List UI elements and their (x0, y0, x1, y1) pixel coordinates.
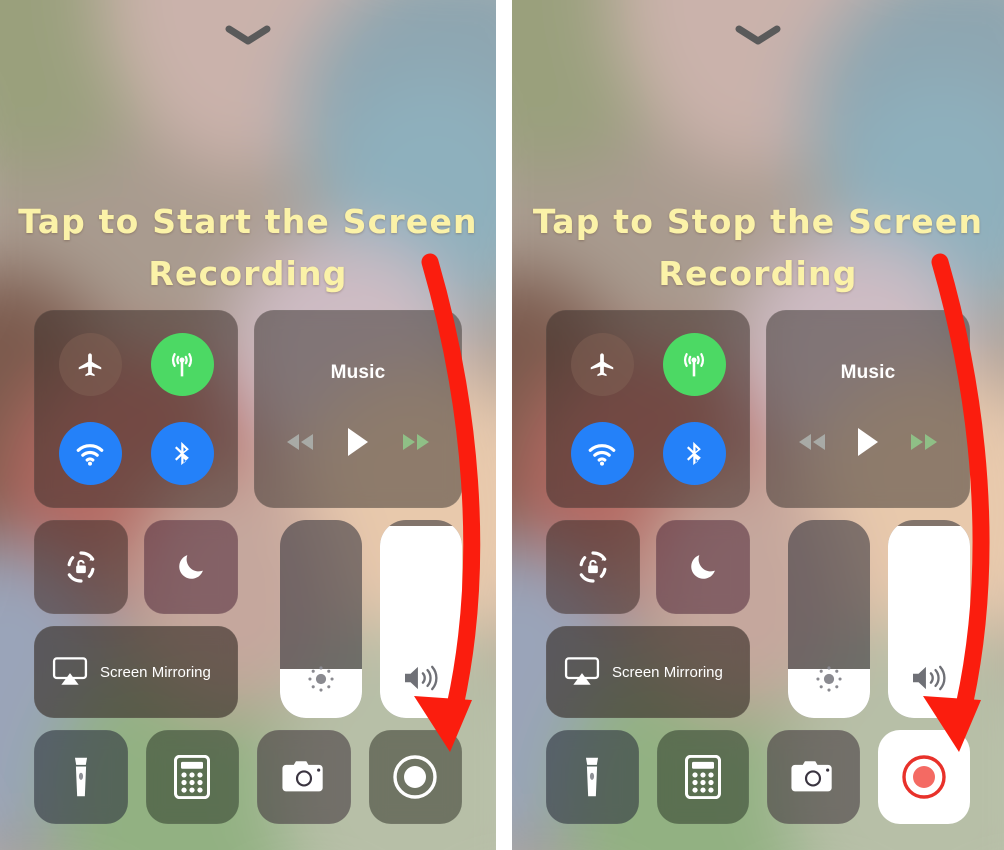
music-module[interactable]: Music (766, 310, 970, 508)
airplane-mode-toggle[interactable] (570, 333, 634, 396)
cellular-data-toggle[interactable] (150, 333, 214, 396)
cc-toggle-pair (34, 520, 238, 614)
play-button[interactable] (854, 426, 882, 463)
volume-slider[interactable] (380, 520, 462, 718)
volume-slider[interactable] (888, 520, 970, 718)
screen-mirroring-label: Screen Mirroring (100, 663, 211, 681)
screen-recording-button[interactable] (368, 730, 462, 824)
rotation-lock-icon (67, 551, 95, 583)
cellular-data-toggle[interactable] (662, 333, 726, 396)
moon-icon (179, 555, 203, 579)
music-controls (766, 426, 970, 463)
play-button[interactable] (344, 426, 372, 463)
cc-row-middle: Screen Mirroring (34, 520, 462, 718)
cc-sliders (254, 520, 462, 718)
record-icon (393, 755, 437, 799)
airplay-icon (564, 657, 600, 685)
cc-row-shortcuts (34, 730, 462, 824)
speaker-wave-icon (405, 665, 438, 691)
camera-button[interactable] (257, 730, 351, 824)
control-center-panel-left: Tap to Start the Screen Recording Music … (0, 0, 496, 850)
flashlight-icon (586, 757, 599, 797)
control-center-grid: Music Screen Mirroring (34, 310, 462, 824)
rotation-lock-icon (579, 551, 607, 583)
rewind-icon (798, 434, 825, 450)
shortcut-row (546, 730, 970, 824)
connectivity-module[interactable] (546, 310, 750, 508)
calculator-button[interactable] (145, 730, 239, 824)
do-not-disturb-button[interactable] (656, 520, 750, 614)
do-not-disturb-button[interactable] (144, 520, 238, 614)
cc-row-top: Music (546, 310, 970, 508)
brightness-icon (816, 666, 842, 692)
wifi-icon (588, 443, 616, 466)
shortcut-row (34, 730, 462, 824)
wifi-icon (76, 443, 104, 466)
airplay-icon (52, 657, 88, 685)
cc-middle-left-column: Screen Mirroring (34, 520, 238, 718)
music-title: Music (840, 362, 896, 383)
bluetooth-icon (687, 441, 701, 465)
fast-forward-icon (402, 434, 429, 450)
calculator-icon (174, 755, 211, 799)
music-title: Music (330, 362, 386, 383)
camera-icon (282, 761, 323, 792)
cc-sliders (766, 520, 970, 718)
cellular-antenna-icon (172, 352, 192, 376)
rotation-lock-button[interactable] (34, 520, 128, 614)
bluetooth-toggle[interactable] (150, 422, 214, 485)
cellular-antenna-icon (684, 352, 704, 376)
flashlight-button[interactable] (34, 730, 128, 824)
airplane-icon (78, 352, 102, 376)
screen-mirroring-button[interactable]: Screen Mirroring (546, 626, 750, 718)
brightness-slider[interactable] (280, 520, 362, 718)
control-center-grid: Music Screen Mirroring (546, 310, 970, 824)
control-center-panel-right: Tap to Stop the Screen Recording Music S… (512, 0, 1004, 850)
cc-row-shortcuts (546, 730, 970, 824)
moon-icon (691, 555, 715, 579)
play-icon (347, 428, 368, 456)
comparison-stage: Tap to Start the Screen Recording Music … (0, 0, 1004, 850)
flashlight-button[interactable] (546, 730, 639, 824)
cc-toggle-pair (546, 520, 750, 614)
rewind-button[interactable] (283, 431, 317, 458)
chevron-down-icon[interactable] (735, 24, 781, 46)
flashlight-icon (74, 757, 87, 797)
speaker-wave-icon (913, 665, 946, 691)
airplane-mode-toggle[interactable] (58, 333, 122, 396)
screen-mirroring-button[interactable]: Screen Mirroring (34, 626, 238, 718)
cc-row-middle: Screen Mirroring (546, 520, 970, 718)
page-title: Tap to Start the Screen Recording (18, 202, 478, 293)
camera-icon (791, 761, 832, 792)
screen-mirroring-label: Screen Mirroring (612, 663, 723, 681)
play-icon (857, 428, 878, 456)
airplane-icon (590, 352, 614, 376)
music-controls (254, 426, 462, 463)
fast-forward-icon (911, 434, 938, 450)
cc-middle-left-column: Screen Mirroring (546, 520, 750, 718)
music-module[interactable]: Music (254, 310, 462, 508)
chevron-down-icon[interactable] (225, 24, 271, 46)
brightness-slider[interactable] (788, 520, 870, 718)
wifi-toggle[interactable] (58, 422, 122, 485)
bluetooth-icon (175, 441, 189, 465)
screen-recording-button[interactable] (877, 730, 970, 824)
rewind-icon (287, 434, 314, 450)
brightness-icon (308, 666, 334, 692)
calculator-icon (684, 755, 721, 799)
panel-divider (496, 0, 512, 850)
fast-forward-button[interactable] (399, 431, 433, 458)
fast-forward-button[interactable] (907, 431, 941, 458)
rewind-button[interactable] (795, 431, 829, 458)
bluetooth-toggle[interactable] (662, 422, 726, 485)
calculator-button[interactable] (656, 730, 749, 824)
rotation-lock-button[interactable] (546, 520, 640, 614)
camera-button[interactable] (767, 730, 860, 824)
page-title: Tap to Stop the Screen Recording (532, 202, 984, 293)
record-icon (902, 755, 946, 799)
connectivity-module[interactable] (34, 310, 238, 508)
wifi-toggle[interactable] (570, 422, 634, 485)
cc-row-top: Music (34, 310, 462, 508)
